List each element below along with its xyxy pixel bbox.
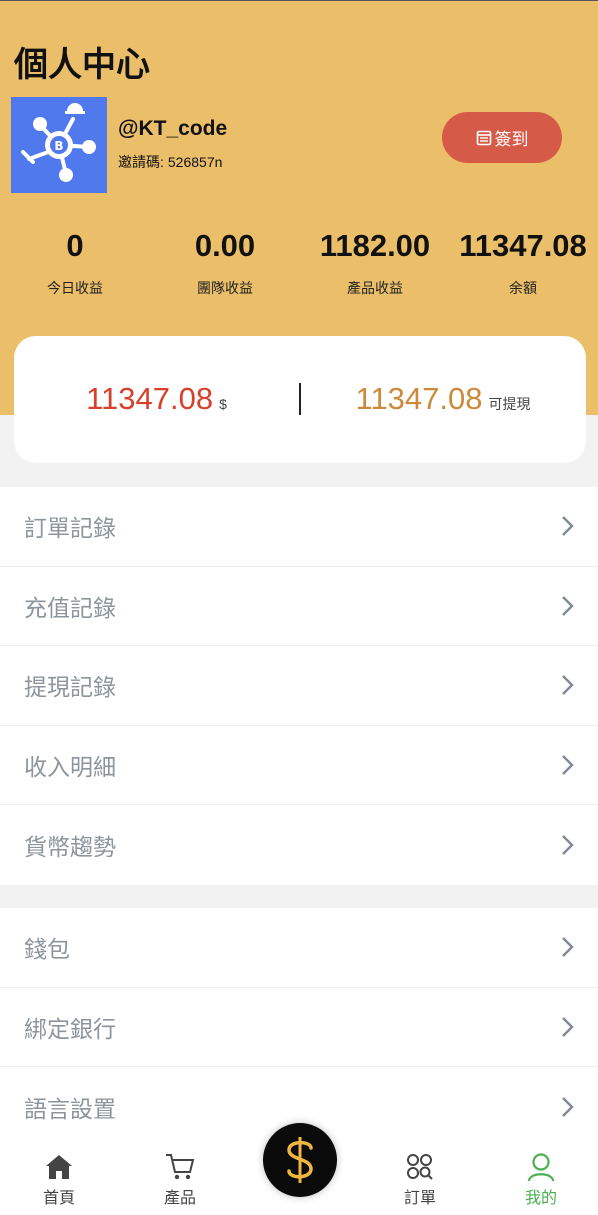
stat-label: 余額 xyxy=(509,280,537,296)
stat-today-income: 0 今日收益 xyxy=(0,227,150,298)
balance-card: 11347.08 $ 11347.08 可提現 xyxy=(14,336,586,463)
orders-grid-icon xyxy=(407,1154,433,1180)
page-title: 個人中心 xyxy=(14,46,150,84)
chevron-right-icon xyxy=(562,516,574,537)
chevron-right-icon xyxy=(562,675,574,696)
menu-group-settings: 錢包 綁定銀行 語言設置 xyxy=(0,908,598,1147)
menu-item-label: 充值記錄 xyxy=(24,594,116,621)
stat-label: 今日收益 xyxy=(47,280,103,296)
stat-value: 1182.00 xyxy=(319,228,431,263)
tab-label: 首頁 xyxy=(42,1190,75,1207)
chevron-right-icon xyxy=(562,1016,574,1037)
menu-item-label: 訂單記錄 xyxy=(24,515,116,542)
stat-team-income: 0.00 團隊收益 xyxy=(150,227,300,298)
withdrawable-label: 可提現 xyxy=(488,396,531,412)
total-balance: 11347.08 $ xyxy=(14,381,299,417)
menu-item-label: 貨幣趨勢 xyxy=(24,833,116,860)
currency-symbol: $ xyxy=(219,396,227,412)
tab-mine[interactable]: 我的 xyxy=(491,1138,591,1215)
stat-label: 產品收益 xyxy=(347,280,403,296)
username: @KT_code xyxy=(118,117,228,140)
menu-item-currency-trend[interactable]: 貨幣趨勢 xyxy=(0,805,598,885)
stat-value: 11347.08 xyxy=(459,228,587,263)
chevron-right-icon xyxy=(562,1096,574,1117)
menu-item-label: 提現記錄 xyxy=(24,674,116,701)
menu-item-income-details[interactable]: 收入明細 xyxy=(0,726,598,805)
stat-value: 0 xyxy=(66,228,84,263)
stat-product-income: 1182.00 產品收益 xyxy=(300,227,450,298)
tab-products[interactable]: 產品 xyxy=(130,1138,230,1215)
tab-label: 我的 xyxy=(524,1190,557,1207)
menu-item-withdraw-records[interactable]: 提現記錄 xyxy=(0,646,598,726)
user-icon xyxy=(527,1153,555,1182)
signin-button[interactable]: 簽到 xyxy=(442,112,562,163)
withdrawable-balance: 11347.08 可提現 xyxy=(300,381,586,417)
menu-item-order-records[interactable]: 訂單記錄 xyxy=(0,487,598,567)
chevron-right-icon xyxy=(562,754,574,775)
invite-code-line: 邀請碼: 526857n xyxy=(118,152,222,172)
chevron-right-icon xyxy=(562,937,574,958)
menu-item-label: 語言設置 xyxy=(24,1095,116,1122)
dollar-icon xyxy=(287,1137,313,1183)
invite-code-value: 526857n xyxy=(167,154,223,170)
bitcoin-network-icon: B xyxy=(21,103,96,182)
menu-item-recharge-records[interactable]: 充值記錄 xyxy=(0,567,598,646)
menu-item-bind-bank[interactable]: 綁定銀行 xyxy=(0,988,598,1067)
invite-code-label: 邀請碼: xyxy=(118,154,164,170)
menu-item-label: 收入明細 xyxy=(24,753,116,780)
chevron-right-icon xyxy=(562,595,574,616)
tab-orders[interactable]: 訂單 xyxy=(370,1138,470,1215)
stat-value: 0.00 xyxy=(194,228,256,263)
avatar[interactable]: B xyxy=(11,97,107,193)
tab-label: 產品 xyxy=(163,1190,196,1207)
total-balance-value: 11347.08 xyxy=(86,381,214,416)
center-dollar-button[interactable] xyxy=(263,1123,337,1197)
withdrawable-value: 11347.08 xyxy=(355,381,483,416)
menu-item-wallet[interactable]: 錢包 xyxy=(0,908,598,988)
home-icon xyxy=(46,1155,72,1179)
tab-label: 訂單 xyxy=(403,1190,436,1207)
calendar-icon xyxy=(476,130,491,146)
menu-item-label: 錢包 xyxy=(24,936,70,963)
tab-home[interactable]: 首頁 xyxy=(9,1138,109,1215)
signin-label: 簽到 xyxy=(494,130,529,149)
menu-item-label: 綁定銀行 xyxy=(24,1015,116,1042)
stat-balance: 11347.08 余額 xyxy=(448,227,598,298)
menu-group-records: 訂單記錄 充值記錄 提現記錄 收入明細 貨幣趨勢 xyxy=(0,487,598,885)
chevron-right-icon xyxy=(562,834,574,855)
stat-label: 團隊收益 xyxy=(197,280,253,296)
cart-icon xyxy=(166,1154,195,1180)
svg-text:B: B xyxy=(54,139,63,153)
